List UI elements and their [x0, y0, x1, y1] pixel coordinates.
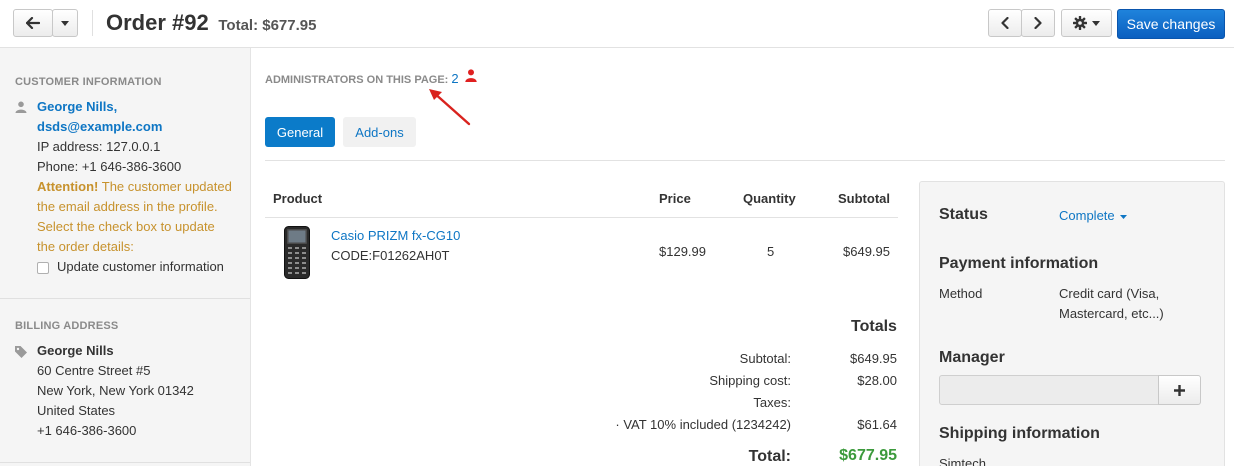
administrators-indicator: ADMINISTRATORS ON THIS PAGE: 2	[265, 71, 459, 86]
chevron-left-icon	[1001, 17, 1009, 29]
attention-text: The customer updated	[98, 179, 232, 194]
shipping-cost-value: $28.00	[857, 373, 897, 388]
subtotal-value: $649.95	[850, 351, 897, 366]
sidebar-divider	[0, 462, 250, 463]
manager-input[interactable]	[939, 375, 1159, 405]
column-header-subtotal: Subtotal	[838, 191, 890, 206]
manager-heading: Manager	[939, 349, 1005, 366]
attention-notice: Attention! The customer updated	[37, 177, 232, 197]
payment-method-value: Mastercard, etc...)	[1059, 306, 1164, 321]
top-toolbar: Order #92 Total: $677.95 Save changes	[0, 0, 1234, 48]
product-price: $129.99	[659, 244, 706, 259]
tab-addons[interactable]: Add-ons	[343, 117, 416, 147]
shipping-cost-label: Shipping cost:	[709, 373, 791, 388]
table-header-divider	[265, 217, 898, 218]
update-customer-label[interactable]: Update customer information	[57, 257, 224, 277]
tab-general[interactable]: General	[265, 117, 335, 147]
sidebar: CUSTOMER INFORMATION George Nills, dsds@…	[0, 48, 251, 466]
shipping-carrier: Simtech	[939, 456, 986, 466]
customer-email-link[interactable]: dsds@example.com	[37, 117, 162, 137]
status-dropdown[interactable]: Complete	[1059, 206, 1128, 226]
total-value: $677.95	[839, 447, 897, 464]
column-header-price: Price	[659, 191, 691, 206]
product-subtotal: $649.95	[843, 244, 890, 259]
plus-icon	[1174, 384, 1185, 396]
totals-heading: Totals	[851, 318, 897, 335]
attention-text: the order details:	[37, 239, 134, 254]
billing-section-title: BILLING ADDRESS	[15, 320, 119, 332]
attention-label: Attention!	[37, 179, 99, 194]
payment-heading: Payment information	[939, 255, 1099, 272]
chevron-right-icon	[1034, 17, 1042, 29]
caret-down-icon	[1120, 214, 1128, 219]
order-total: Total: $677.95	[218, 17, 317, 34]
settings-dropdown-button[interactable]	[1061, 9, 1112, 37]
back-dropdown-button[interactable]	[52, 9, 78, 37]
page-title: Order #92 Total: $677.95	[106, 10, 316, 36]
customer-phone: Phone: +1 646-386-3600	[37, 159, 182, 174]
caret-down-icon	[61, 20, 69, 26]
column-header-product: Product	[273, 191, 323, 206]
order-info-panel: Status Complete Payment information Meth…	[919, 181, 1225, 466]
add-manager-button[interactable]	[1158, 375, 1201, 405]
tabs-divider	[265, 160, 1225, 161]
previous-order-button[interactable]	[988, 9, 1022, 37]
gear-icon	[1073, 16, 1087, 30]
vat-value: $61.64	[857, 417, 897, 432]
user-icon	[15, 101, 27, 113]
billing-street: 60 Centre Street #5	[37, 363, 151, 378]
sidebar-divider	[0, 298, 250, 299]
toolbar-divider	[92, 10, 93, 36]
status-heading: Status	[939, 206, 988, 223]
order-number: Order #92	[106, 10, 209, 35]
status-value: Complete	[1059, 208, 1115, 223]
billing-phone: +1 646-386-3600	[37, 423, 137, 438]
product-code: CODE:F01262AH0T	[331, 248, 450, 263]
customer-ip: IP address: 127.0.0.1	[37, 139, 161, 154]
column-header-quantity: Quantity	[743, 191, 796, 206]
save-changes-button[interactable]: Save changes	[1117, 9, 1225, 39]
product-name-link[interactable]: Casio PRIZM fx-CG10	[331, 228, 460, 243]
annotation-arrow	[429, 89, 471, 126]
payment-method-label: Method	[939, 286, 983, 301]
product-thumbnail[interactable]	[284, 226, 310, 279]
administrators-count[interactable]: 2	[451, 71, 458, 86]
billing-city: New York, New York 01342	[37, 383, 194, 398]
update-customer-checkbox[interactable]	[37, 262, 49, 274]
taxes-label: Taxes:	[753, 395, 791, 410]
billing-name: George Nills	[37, 343, 114, 358]
next-order-button[interactable]	[1021, 9, 1055, 37]
shipping-heading: Shipping information	[939, 425, 1100, 442]
attention-text: Select the check box to update	[37, 219, 215, 234]
arrow-left-icon	[26, 17, 40, 29]
back-button[interactable]	[13, 9, 53, 37]
subtotal-label: Subtotal:	[739, 351, 791, 366]
tag-icon	[15, 346, 27, 358]
customer-section-title: CUSTOMER INFORMATION	[15, 76, 162, 88]
administrators-label: ADMINISTRATORS ON THIS PAGE:	[265, 74, 449, 86]
admin-user-icon[interactable]	[465, 69, 477, 82]
payment-method-value: Credit card (Visa,	[1059, 286, 1160, 301]
billing-country: United States	[37, 403, 116, 418]
attention-text: the email address in the profile.	[37, 199, 218, 214]
customer-name-link[interactable]: George Nills,	[37, 97, 117, 117]
total-label: Total:	[748, 448, 791, 465]
vat-label: · VAT 10% included (1234242)	[615, 417, 791, 432]
caret-down-icon	[1092, 20, 1100, 26]
product-quantity: 5	[767, 244, 775, 259]
